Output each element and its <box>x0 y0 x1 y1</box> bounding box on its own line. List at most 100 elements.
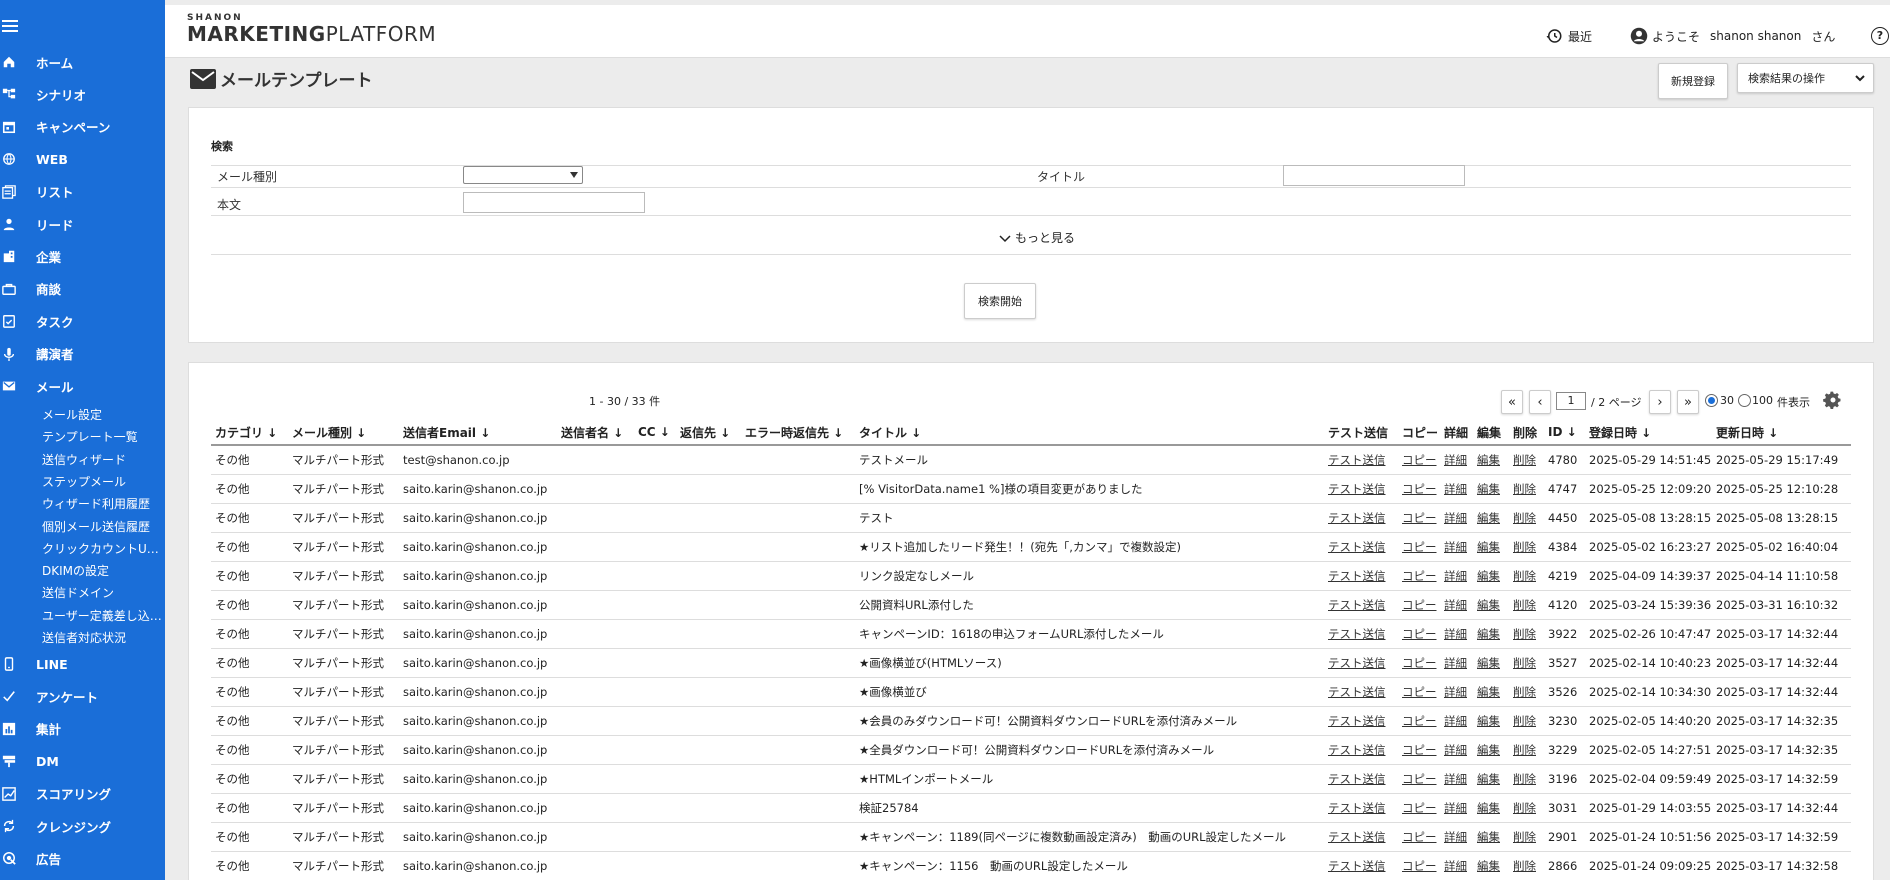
detail-link[interactable]: 詳細 <box>1444 627 1467 641</box>
sidebar-item-scenario[interactable]: シナリオ <box>0 80 165 108</box>
edit-link[interactable]: 編集 <box>1477 714 1500 728</box>
delete-link[interactable]: 削除 <box>1513 540 1536 554</box>
edit-link[interactable]: 編集 <box>1477 685 1500 699</box>
sidebar-item-campaign[interactable]: キャンペーン <box>0 113 165 141</box>
pager-next-button[interactable]: › <box>1649 390 1671 414</box>
sidebar-item-deal[interactable]: 商談 <box>0 275 165 303</box>
test-send-link[interactable]: テスト送信 <box>1328 714 1386 728</box>
title-input[interactable] <box>1283 165 1465 186</box>
delete-link[interactable]: 削除 <box>1513 598 1536 612</box>
edit-link[interactable]: 編集 <box>1477 743 1500 757</box>
delete-link[interactable]: 削除 <box>1513 801 1536 815</box>
copy-link[interactable]: コピー <box>1402 714 1437 728</box>
help-icon[interactable]: ? <box>1871 27 1889 45</box>
sidebar-subitem[interactable]: ユーザー定義差し込… <box>42 607 162 624</box>
column-header[interactable]: 送信者Email ↓ <box>399 420 557 446</box>
sidebar-subitem[interactable]: ステップメール <box>42 473 162 490</box>
delete-link[interactable]: 削除 <box>1513 656 1536 670</box>
detail-link[interactable]: 詳細 <box>1444 714 1467 728</box>
column-header[interactable]: タイトル ↓ <box>855 420 1324 446</box>
column-header[interactable]: ID ↓ <box>1544 420 1585 446</box>
test-send-link[interactable]: テスト送信 <box>1328 540 1386 554</box>
sidebar-item-cleansing[interactable]: クレンジング <box>0 812 165 840</box>
hamburger-menu-icon[interactable] <box>0 14 24 38</box>
sidebar-subitem[interactable]: 個別メール送信履歴 <box>42 518 162 535</box>
detail-link[interactable]: 詳細 <box>1444 511 1467 525</box>
test-send-link[interactable]: テスト送信 <box>1328 801 1386 815</box>
delete-link[interactable]: 削除 <box>1513 772 1536 786</box>
column-header[interactable]: カテゴリ ↓ <box>211 420 288 446</box>
sidebar-item-survey[interactable]: アンケート <box>0 682 165 710</box>
column-header[interactable]: 編集 <box>1473 420 1509 446</box>
delete-link[interactable]: 削除 <box>1513 830 1536 844</box>
sidebar-subitem[interactable]: メール設定 <box>42 406 162 423</box>
detail-link[interactable]: 詳細 <box>1444 482 1467 496</box>
edit-link[interactable]: 編集 <box>1477 830 1500 844</box>
sidebar-item-scoring[interactable]: スコアリング <box>0 780 165 808</box>
test-send-link[interactable]: テスト送信 <box>1328 685 1386 699</box>
edit-link[interactable]: 編集 <box>1477 540 1500 554</box>
column-header[interactable]: 返信先 ↓ <box>676 420 741 446</box>
copy-link[interactable]: コピー <box>1402 511 1437 525</box>
edit-link[interactable]: 編集 <box>1477 482 1500 496</box>
edit-link[interactable]: 編集 <box>1477 511 1500 525</box>
sidebar-item-ads[interactable]: 広告 <box>0 844 165 872</box>
detail-link[interactable]: 詳細 <box>1444 656 1467 670</box>
copy-link[interactable]: コピー <box>1402 627 1437 641</box>
show-more-link[interactable]: もっと見る <box>999 229 1075 246</box>
test-send-link[interactable]: テスト送信 <box>1328 656 1386 670</box>
test-send-link[interactable]: テスト送信 <box>1328 511 1386 525</box>
sidebar-subitem[interactable]: 送信ウィザード <box>42 451 162 468</box>
sidebar-subitem[interactable]: 送信者対応状況 <box>42 629 162 646</box>
test-send-link[interactable]: テスト送信 <box>1328 830 1386 844</box>
search-start-button[interactable]: 検索開始 <box>964 283 1036 319</box>
column-header[interactable]: 送信者名 ↓ <box>557 420 634 446</box>
delete-link[interactable]: 削除 <box>1513 859 1536 873</box>
pager-prev-button[interactable]: ‹ <box>1529 390 1551 414</box>
sidebar-item-dm[interactable]: DM <box>0 747 165 775</box>
detail-link[interactable]: 詳細 <box>1444 685 1467 699</box>
column-header[interactable]: メール種別 ↓ <box>288 420 399 446</box>
column-header[interactable]: 登録日時 ↓ <box>1585 420 1712 446</box>
new-register-button[interactable]: 新規登録 <box>1658 63 1728 99</box>
test-send-link[interactable]: テスト送信 <box>1328 482 1386 496</box>
logo[interactable]: MARKETINGPLATFORM <box>187 22 436 46</box>
delete-link[interactable]: 削除 <box>1513 511 1536 525</box>
edit-link[interactable]: 編集 <box>1477 453 1500 467</box>
sidebar-item-report[interactable]: 集計 <box>0 715 165 743</box>
sidebar-item-task[interactable]: タスク <box>0 307 165 335</box>
detail-link[interactable]: 詳細 <box>1444 569 1467 583</box>
sidebar-subitem[interactable]: ウィザード利用履歴 <box>42 495 162 512</box>
test-send-link[interactable]: テスト送信 <box>1328 453 1386 467</box>
pager-page-input[interactable]: 1 <box>1556 392 1586 410</box>
column-header[interactable]: コピー <box>1398 420 1440 446</box>
sidebar-item-lead[interactable]: リード <box>0 210 165 238</box>
edit-link[interactable]: 編集 <box>1477 801 1500 815</box>
copy-link[interactable]: コピー <box>1402 598 1437 612</box>
sidebar-subitem[interactable]: DKIMの設定 <box>42 562 162 579</box>
user-menu[interactable]: ようこそ shanon shanon さん <box>1630 27 1835 45</box>
test-send-link[interactable]: テスト送信 <box>1328 598 1386 612</box>
detail-link[interactable]: 詳細 <box>1444 743 1467 757</box>
detail-link[interactable]: 詳細 <box>1444 859 1467 873</box>
detail-link[interactable]: 詳細 <box>1444 801 1467 815</box>
sidebar-subitem[interactable]: 送信ドメイン <box>42 584 162 601</box>
sidebar-item-speaker[interactable]: 講演者 <box>0 340 165 368</box>
column-header[interactable]: エラー時返信先 ↓ <box>741 420 855 446</box>
test-send-link[interactable]: テスト送信 <box>1328 859 1386 873</box>
body-input[interactable] <box>463 192 645 213</box>
test-send-link[interactable]: テスト送信 <box>1328 627 1386 641</box>
column-header[interactable]: CC ↓ <box>634 420 676 446</box>
sidebar-item-line[interactable]: LINE <box>0 650 165 678</box>
detail-link[interactable]: 詳細 <box>1444 453 1467 467</box>
copy-link[interactable]: コピー <box>1402 685 1437 699</box>
edit-link[interactable]: 編集 <box>1477 656 1500 670</box>
test-send-link[interactable]: テスト送信 <box>1328 569 1386 583</box>
per-page-30-radio[interactable] <box>1705 394 1718 407</box>
copy-link[interactable]: コピー <box>1402 569 1437 583</box>
sidebar-item-mail[interactable]: メール <box>0 372 165 400</box>
gear-icon[interactable] <box>1823 390 1843 410</box>
delete-link[interactable]: 削除 <box>1513 453 1536 467</box>
edit-link[interactable]: 編集 <box>1477 772 1500 786</box>
per-page-100-radio[interactable] <box>1738 394 1751 407</box>
